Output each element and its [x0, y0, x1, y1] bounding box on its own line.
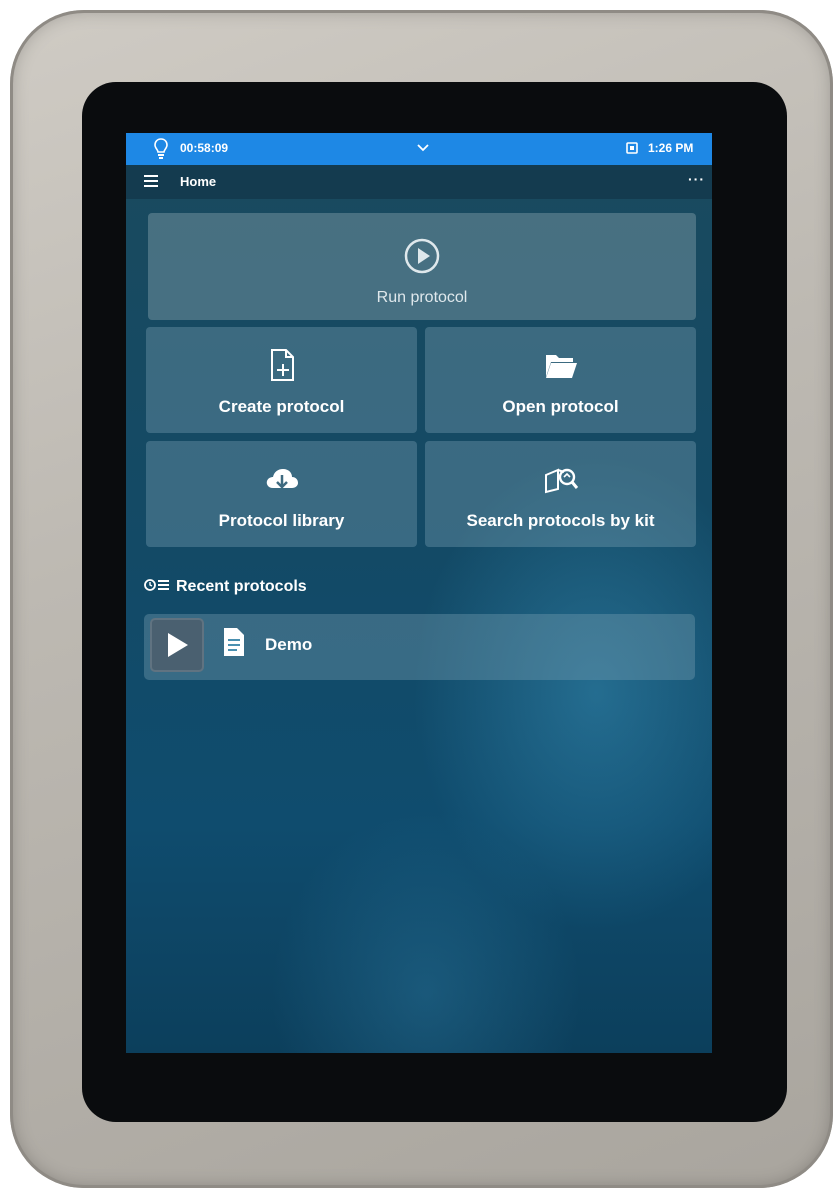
cloud-download-icon	[266, 469, 298, 489]
more-icon[interactable]: ···	[688, 171, 705, 187]
app-screen: 00:58:09 1:26 PM Home ··· Run protocol C…	[126, 133, 712, 1053]
protocol-library-label: Protocol library	[218, 511, 345, 530]
run-recent-button[interactable]	[150, 618, 204, 672]
create-protocol-button[interactable]: Create protocol	[146, 327, 417, 433]
open-protocol-button[interactable]: Open protocol	[425, 327, 696, 433]
search-protocols-by-kit-label: Search protocols by kit	[466, 511, 655, 530]
hamburger-menu-icon[interactable]	[144, 175, 158, 187]
recent-protocols-header: Recent protocols	[144, 578, 307, 596]
run-protocol-label: Run protocol	[376, 289, 468, 306]
lightbulb-icon[interactable]	[154, 138, 168, 160]
new-document-icon	[270, 349, 294, 381]
open-folder-icon	[545, 355, 577, 378]
document-icon	[224, 628, 244, 656]
open-protocol-label: Open protocol	[502, 397, 619, 416]
tray-icon[interactable]	[626, 142, 638, 154]
run-timer: 00:58:09	[180, 141, 229, 155]
status-bar: 00:58:09 1:26 PM	[126, 133, 712, 165]
recent-list-icon	[144, 579, 169, 591]
recent-protocols-title: Recent protocols	[176, 578, 307, 595]
protocol-library-button[interactable]: Protocol library	[146, 441, 417, 547]
system-clock: 1:26 PM	[648, 141, 694, 155]
recent-protocol-item[interactable]: Demo	[144, 614, 695, 680]
page-title: Home	[180, 174, 217, 189]
search-protocols-by-kit-button[interactable]: Search protocols by kit	[425, 441, 696, 547]
play-circle-icon	[404, 238, 440, 274]
run-protocol-button[interactable]: Run protocol	[148, 213, 696, 320]
recent-protocol-name: Demo	[265, 635, 313, 654]
create-protocol-label: Create protocol	[218, 397, 345, 416]
app-title-bar: Home ···	[126, 165, 712, 199]
play-icon	[168, 633, 188, 657]
kit-search-icon	[544, 468, 578, 494]
chevron-down-icon[interactable]	[416, 143, 430, 153]
